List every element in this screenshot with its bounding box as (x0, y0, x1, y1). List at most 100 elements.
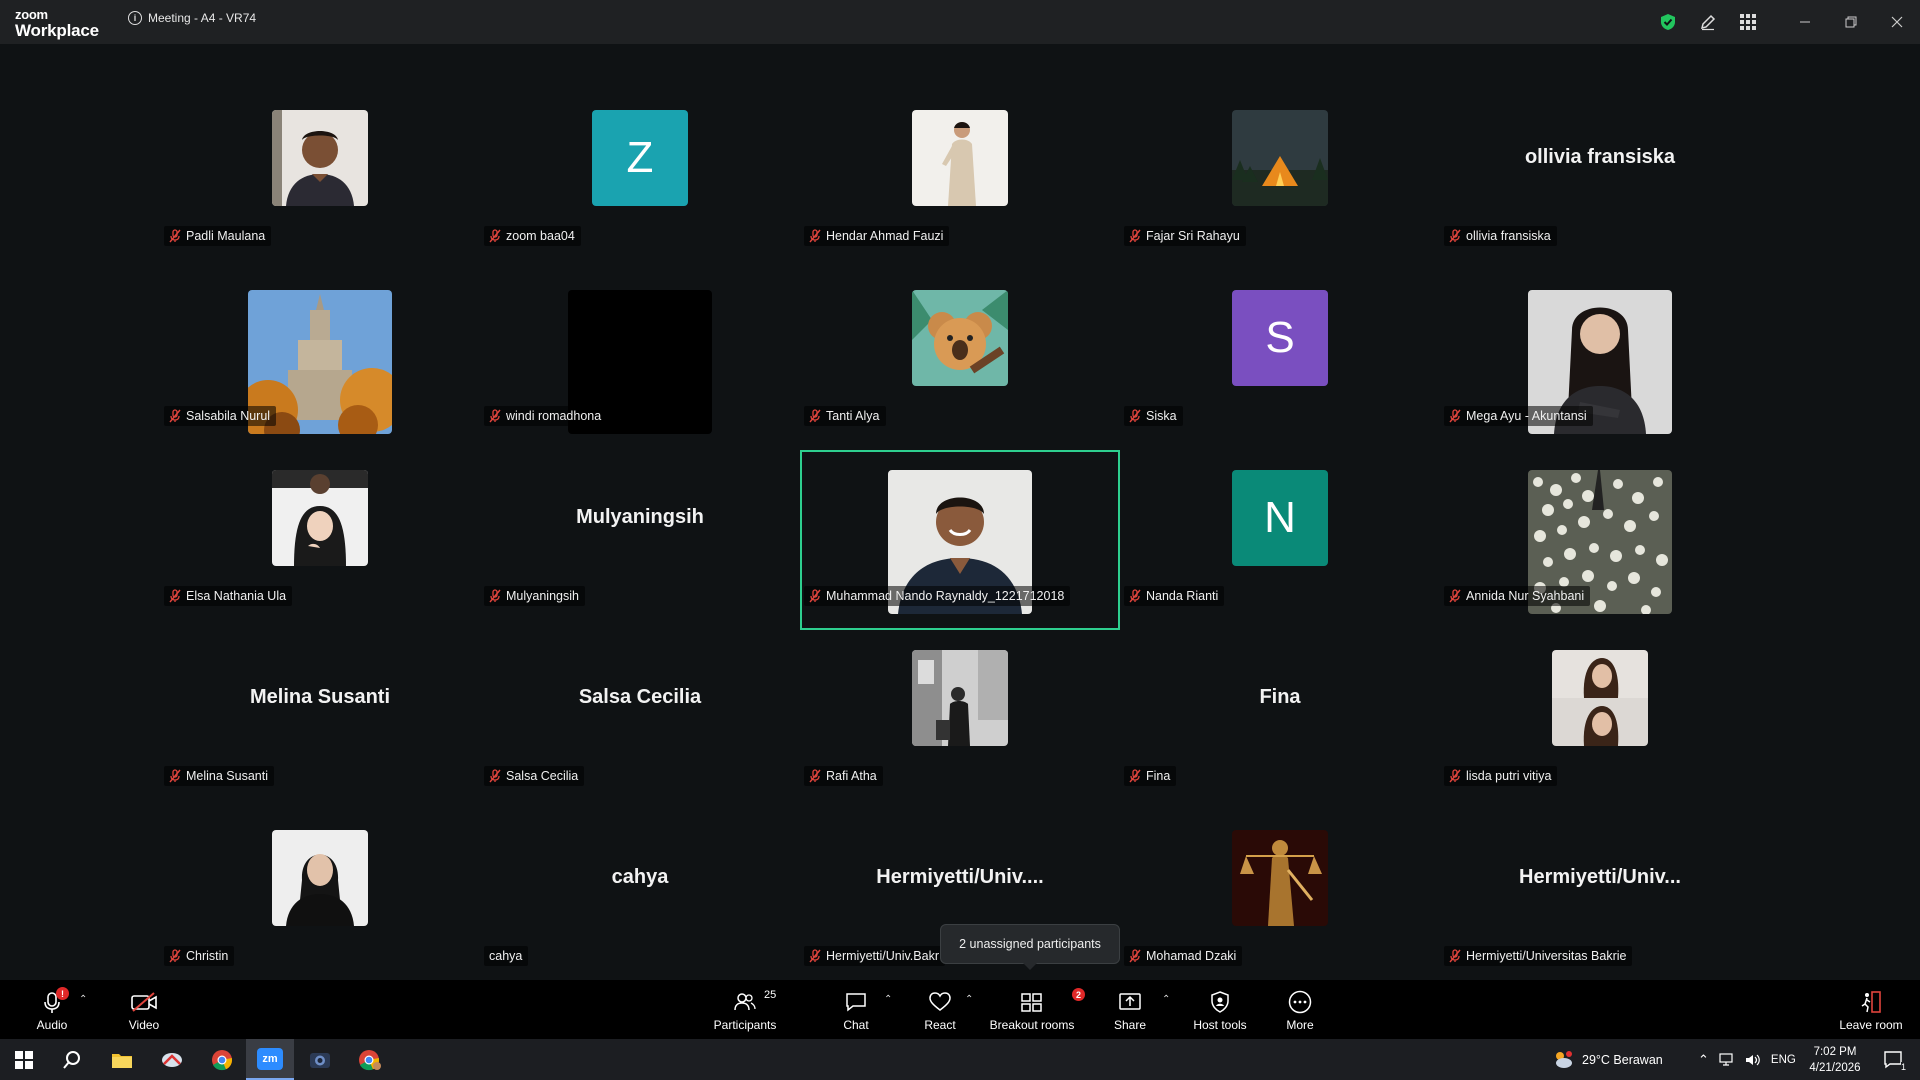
participant-display-name: Melina Susanti (249, 686, 391, 708)
chat-button[interactable]: Chat (836, 980, 876, 1039)
participant-tile[interactable]: Christin (160, 810, 480, 990)
muted-mic-icon (1449, 769, 1461, 783)
muted-mic-icon (169, 769, 181, 783)
participant-tile[interactable]: Elsa Nathania Ula (160, 450, 480, 630)
participant-display-name: cahya (611, 866, 669, 888)
info-icon[interactable]: i (128, 11, 142, 25)
security-shield-icon[interactable] (1648, 0, 1688, 44)
participant-tile[interactable]: Zzoom baa04 (480, 90, 800, 270)
minimize-button[interactable] (1782, 0, 1828, 44)
notification-center-icon[interactable]: 1 (1876, 1039, 1912, 1080)
host-tools-button[interactable]: Host tools (1190, 980, 1250, 1039)
participants-button[interactable]: 25 Participants (710, 980, 780, 1039)
network-icon[interactable] (1719, 1052, 1735, 1067)
participant-tile[interactable]: Padli Maulana (160, 90, 480, 270)
chrome-icon[interactable] (198, 1039, 246, 1080)
participant-tile[interactable]: Hendar Ahmad Fauzi (800, 90, 1120, 270)
muted-mic-icon (169, 409, 181, 423)
file-explorer-icon[interactable] (98, 1039, 146, 1080)
leave-label: Leave room (1839, 1018, 1903, 1032)
breakout-badge: 2 (1072, 988, 1085, 1001)
participant-name: cahya (489, 949, 523, 963)
audio-options-chevron-icon[interactable]: ⌃ (79, 994, 87, 1005)
participant-avatar (912, 290, 1008, 386)
zoom-app-icon[interactable]: zm (246, 1039, 294, 1080)
clock-date: 4/21/2026 (1809, 1061, 1861, 1074)
muted-mic-icon (489, 409, 501, 423)
participant-tile[interactable]: Muhammad Nando Raynaldy_1221712018 (800, 450, 1120, 630)
tray-chevron-icon[interactable]: ⌃ (1698, 1052, 1709, 1068)
participant-name: Elsa Nathania Ula (186, 589, 287, 603)
participant-name-tag: Hermiyetti/Universitas Bakrie (1444, 946, 1633, 966)
muted-mic-icon (1129, 949, 1141, 963)
audio-button[interactable]: ! Audio (30, 980, 74, 1039)
participant-name: Hermiyetti/Univ.Bakr (826, 949, 939, 963)
annotate-pen-icon[interactable] (1688, 0, 1728, 44)
muted-mic-icon (169, 949, 181, 963)
participant-display-name: Mulyaningsih (576, 506, 704, 528)
windows-start-icon[interactable] (0, 1039, 48, 1080)
react-button[interactable]: React (920, 980, 960, 1039)
participant-tile[interactable]: Tanti Alya (800, 270, 1120, 450)
video-button[interactable]: Video (122, 980, 166, 1039)
more-button[interactable]: More (1280, 980, 1320, 1039)
windows-taskbar: zm 29°C Berawan ⌃ ENG 7:02 PM 4/21/2026 … (0, 1039, 1920, 1080)
leave-room-button[interactable]: Leave room (1836, 980, 1906, 1039)
share-options-chevron-icon[interactable]: ⌃ (1162, 994, 1170, 1005)
share-button[interactable]: Share (1110, 980, 1150, 1039)
participant-name-tag: Muhammad Nando Raynaldy_1221712018 (804, 586, 1071, 606)
react-options-chevron-icon[interactable]: ⌃ (965, 994, 973, 1005)
participant-name: Salsabila Nurul (186, 409, 271, 423)
share-label: Share (1113, 1018, 1147, 1032)
participant-tile[interactable]: Mulyaningsih Mulyaningsih (480, 450, 800, 630)
chat-options-chevron-icon[interactable]: ⌃ (884, 994, 892, 1005)
audio-alert-badge: ! (56, 987, 69, 1000)
participant-tile[interactable]: cahya cahya (480, 810, 800, 990)
participant-tile[interactable]: Salsabila Nurul (160, 270, 480, 450)
chrome-profile-icon[interactable] (346, 1039, 394, 1080)
breakout-rooms-button[interactable]: 2 Breakout rooms (988, 980, 1085, 1039)
participant-tile[interactable]: Fajar Sri Rahayu (1120, 90, 1440, 270)
participant-name-tag: Mohamad Dzaki (1124, 946, 1243, 966)
participant-tile[interactable]: Mohamad Dzaki (1120, 810, 1440, 990)
muted-mic-icon (169, 949, 181, 963)
apps-grid-icon[interactable] (1728, 0, 1768, 44)
participant-tile[interactable]: windi romadhona (480, 270, 800, 450)
participant-tile[interactable]: Annida Nur Syahbani (1440, 450, 1760, 630)
muted-mic-icon (1449, 229, 1461, 243)
participant-tile[interactable]: Melina Susanti Melina Susanti (160, 630, 480, 810)
participant-tile[interactable]: Salsa Cecilia Salsa Cecilia (480, 630, 800, 810)
participant-tile[interactable]: N Nanda Rianti (1120, 450, 1440, 630)
participant-name: ollivia fransiska (1466, 229, 1551, 243)
muted-mic-icon (809, 589, 821, 603)
volume-icon[interactable] (1745, 1053, 1761, 1067)
weather-widget[interactable]: 29°C Berawan (1552, 1039, 1663, 1080)
participant-tile[interactable]: Rafi Atha (800, 630, 1120, 810)
participant-name-tag: Siska (1124, 406, 1183, 426)
participant-name-tag: Mulyaningsih (484, 586, 585, 606)
muted-mic-icon (1449, 229, 1461, 243)
participant-tile[interactable]: Mega Ayu - Akuntansi (1440, 270, 1760, 450)
muted-mic-icon (809, 589, 821, 603)
app-icon[interactable] (148, 1039, 196, 1080)
camera-app-icon[interactable] (296, 1039, 344, 1080)
participant-tile[interactable]: ollivia fransiska ollivia fransiska (1440, 90, 1760, 270)
clock[interactable]: 7:02 PM 4/21/2026 (1806, 1039, 1864, 1080)
system-tray[interactable]: ⌃ ENG (1698, 1039, 1796, 1080)
participant-tile[interactable]: lisda putri vitiya (1440, 630, 1760, 810)
participant-name: Fina (1146, 769, 1171, 783)
participant-tile[interactable]: Hermiyetti/Univ... Hermiyetti/Universitas… (1440, 810, 1760, 990)
muted-mic-icon (1129, 409, 1141, 423)
breakout-rooms-icon (1021, 993, 1042, 1012)
participant-tile[interactable]: Fina Fina (1120, 630, 1440, 810)
participant-name-tag: Salsabila Nurul (164, 406, 277, 426)
restore-button[interactable] (1828, 0, 1874, 44)
weather-text: 29°C Berawan (1582, 1052, 1663, 1067)
close-button[interactable] (1874, 0, 1920, 44)
meeting-info[interactable]: i Meeting - A4 - VR74 (128, 11, 256, 25)
language-indicator[interactable]: ENG (1771, 1054, 1796, 1066)
leave-icon (1861, 991, 1881, 1013)
muted-mic-icon (169, 229, 181, 243)
participant-tile[interactable]: S Siska (1120, 270, 1440, 450)
search-icon[interactable] (48, 1039, 96, 1080)
